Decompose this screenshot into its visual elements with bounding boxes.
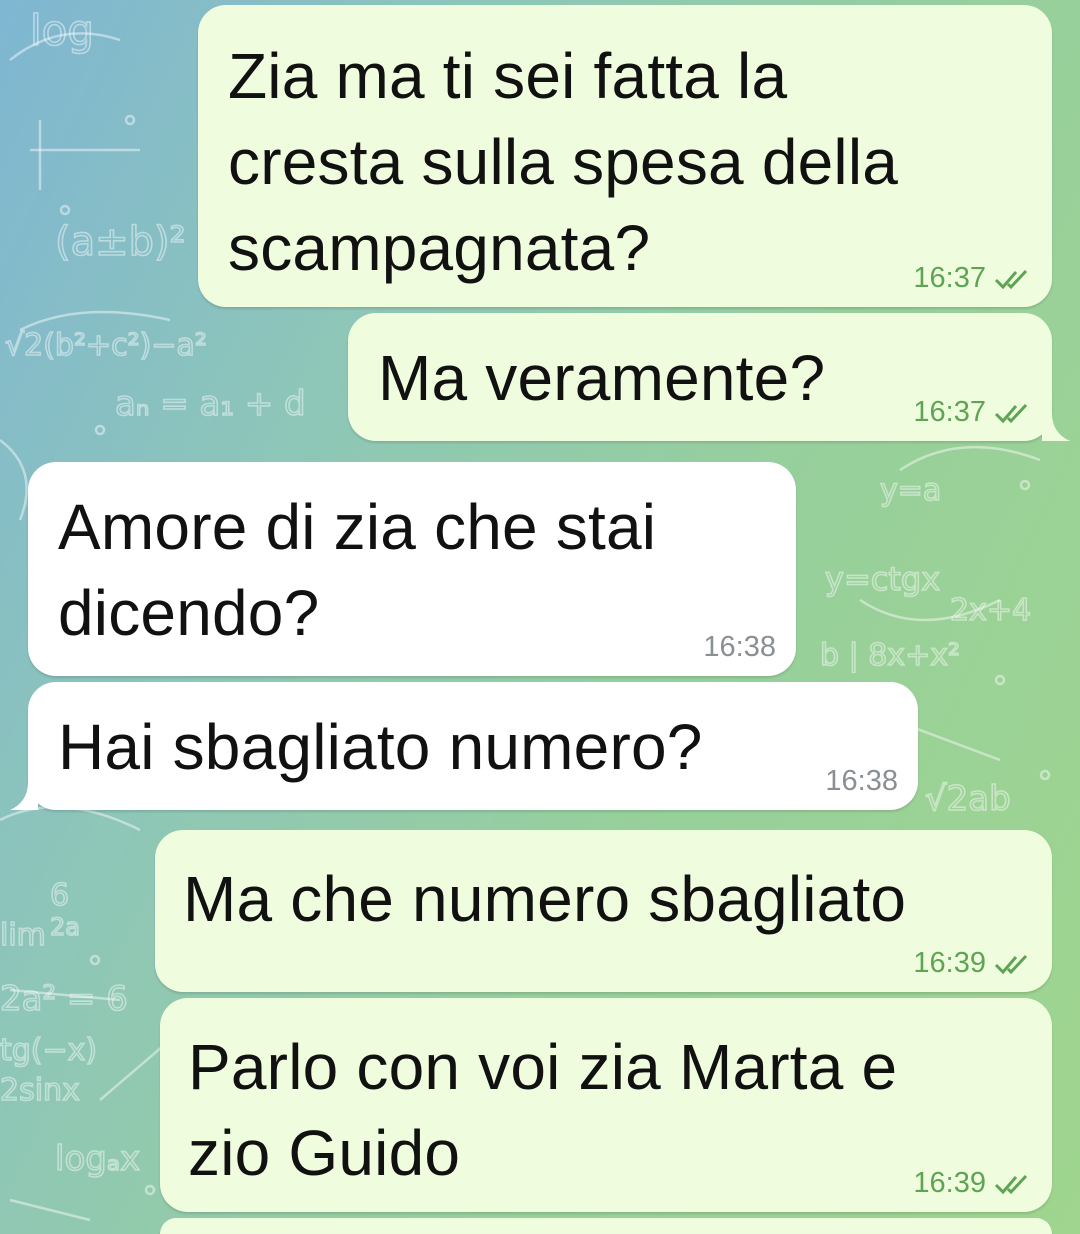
svg-text:tg(−x): tg(−x)	[0, 1033, 97, 1068]
message-text: Zia ma ti sei fatta la cresta sulla spes…	[228, 40, 899, 284]
message-text: Amore di zia che stai dicendo?	[58, 491, 657, 649]
message-text: Ma che numero sbagliato	[183, 863, 907, 935]
double-check-icon	[994, 268, 1032, 290]
message-time: 16:39	[913, 1167, 986, 1199]
message-meta: 16:37	[913, 262, 1032, 295]
double-check-icon	[994, 402, 1032, 424]
message-bubble-outgoing-partial	[160, 1218, 1052, 1234]
svg-text:y=ctgx: y=ctgx	[825, 560, 940, 598]
message-bubble-outgoing[interactable]: Ma veramente? 16:37	[348, 313, 1052, 441]
message-meta: 16:39	[913, 1167, 1032, 1200]
message-time: 16:38	[825, 765, 898, 797]
svg-text:aₙ = a₁ + d: aₙ = a₁ + d	[115, 384, 306, 424]
message-bubble-outgoing[interactable]: Parlo con voi zia Marta e zio Guido 16:3…	[160, 998, 1052, 1212]
svg-text:2a² = 6: 2a² = 6	[0, 979, 128, 1019]
message-meta: 16:38	[703, 631, 776, 664]
double-check-icon	[994, 953, 1032, 975]
message-text: Parlo con voi zia Marta e zio Guido	[188, 1031, 898, 1189]
message-bubble-outgoing[interactable]: Ma che numero sbagliato 16:39	[155, 830, 1052, 992]
message-bubble-incoming[interactable]: Amore di zia che stai dicendo? 16:38	[28, 462, 796, 676]
message-meta: 16:39	[913, 947, 1032, 980]
bubble-tail	[10, 782, 38, 810]
svg-text:b | 8x+x²: b | 8x+x²	[820, 638, 960, 673]
message-time: 16:37	[913, 396, 986, 428]
svg-text:√2ab: √2ab	[925, 779, 1011, 819]
svg-text:y=a: y=a	[880, 473, 941, 508]
message-text: Ma veramente?	[378, 342, 826, 414]
svg-text:2a: 2a	[50, 913, 80, 941]
double-check-icon	[994, 1173, 1032, 1195]
svg-text:6: 6	[50, 878, 69, 913]
message-meta: 16:37	[913, 396, 1032, 429]
message-bubble-incoming[interactable]: Hai sbagliato numero? 16:38	[28, 682, 918, 810]
bubble-tail	[1042, 413, 1070, 441]
svg-text:logₐx: logₐx	[55, 1139, 140, 1179]
svg-text:2x+4: 2x+4	[950, 593, 1031, 628]
message-meta: 16:38	[825, 765, 898, 798]
svg-text:2sinx: 2sinx	[0, 1073, 80, 1108]
message-time: 16:38	[703, 631, 776, 663]
message-time: 16:37	[913, 262, 986, 294]
message-time: 16:39	[913, 947, 986, 979]
message-text: Hai sbagliato numero?	[58, 711, 703, 783]
svg-text:lim: lim	[0, 918, 46, 953]
svg-text:log: log	[30, 6, 94, 55]
svg-text:√2(b²+c²)−a²: √2(b²+c²)−a²	[5, 328, 207, 363]
message-bubble-outgoing[interactable]: Zia ma ti sei fatta la cresta sulla spes…	[198, 5, 1052, 307]
svg-text:(a±b)²: (a±b)²	[55, 219, 186, 265]
